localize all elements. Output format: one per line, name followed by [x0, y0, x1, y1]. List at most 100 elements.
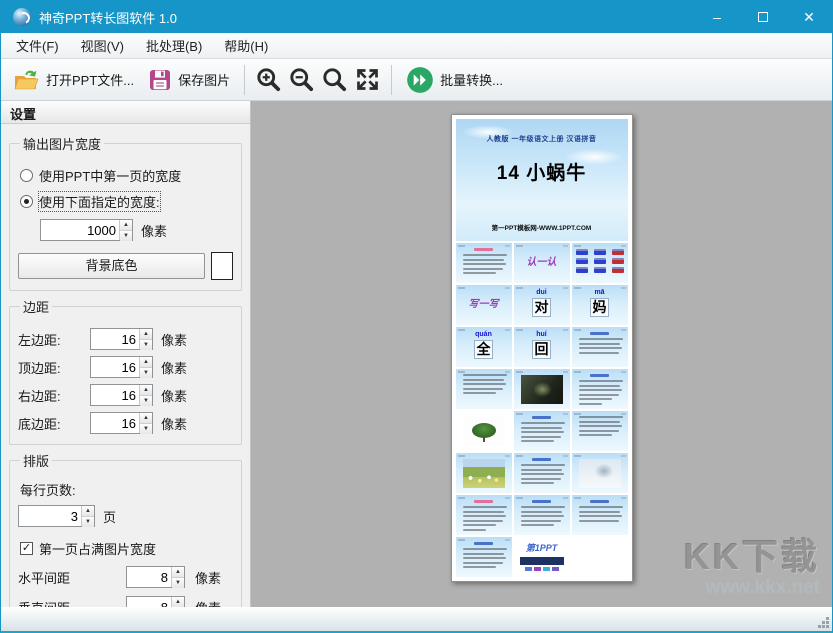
spin-up-icon[interactable]: ▲: [82, 506, 94, 516]
long-image-preview: 人教版 一年级语文上册 汉语拼音 14 小蜗牛 第一PPT模板网-WWW.1PP…: [451, 114, 633, 582]
spin-up-icon[interactable]: ▲: [140, 329, 152, 339]
menu-item-file[interactable]: 文件(F): [5, 33, 70, 58]
slide-thumb: 第1PPT: [514, 537, 570, 577]
spin-down-icon[interactable]: ▼: [82, 516, 94, 527]
spin-up-icon[interactable]: ▲: [172, 567, 184, 577]
width-spinner[interactable]: ▲▼: [40, 219, 133, 241]
toolbar: 打开PPT文件... 保存图片: [1, 59, 832, 101]
spin-down-icon[interactable]: ▼: [172, 577, 184, 588]
slide-thumb: [456, 243, 512, 283]
first-page-full-label: 第一页占满图片宽度: [39, 539, 156, 558]
statusbar: [1, 607, 832, 631]
margin-right-label: 右边距:: [18, 386, 90, 405]
spin-down-icon[interactable]: ▼: [140, 367, 152, 378]
open-folder-icon: [12, 68, 40, 92]
slide-thumb: [572, 327, 628, 367]
settings-header: 设置: [1, 101, 250, 124]
spin-down-icon[interactable]: ▼: [120, 230, 132, 241]
slide-thumb: huí回: [514, 327, 570, 367]
vspace-unit: 像素: [195, 598, 221, 608]
per-row-spinner[interactable]: ▲▼: [18, 505, 95, 527]
app-icon: [13, 8, 31, 26]
spin-down-icon[interactable]: ▼: [140, 339, 152, 350]
minimize-button[interactable]: –: [694, 1, 740, 33]
spin-up-icon[interactable]: ▲: [140, 357, 152, 367]
menu-item-view[interactable]: 视图(V): [70, 33, 135, 58]
toolbar-separator: [391, 65, 392, 95]
margin-left-input[interactable]: [91, 329, 139, 349]
radio-use-first-page-label: 使用PPT中第一页的宽度: [39, 166, 181, 185]
spin-up-icon[interactable]: ▲: [120, 220, 132, 230]
margin-bottom-label: 底边距:: [18, 414, 90, 433]
bg-color-button[interactable]: 背景底色: [18, 253, 205, 279]
margin-right-unit: 像素: [161, 386, 187, 405]
slide-thumb: [456, 537, 512, 577]
width-input[interactable]: [41, 220, 119, 240]
width-unit-label: 像素: [141, 221, 167, 240]
slide-thumb: [572, 453, 628, 493]
spin-down-icon[interactable]: ▼: [140, 395, 152, 406]
batch-convert-button[interactable]: 批量转换...: [399, 62, 510, 98]
slide-thumb: [514, 453, 570, 493]
slide-thumb: [456, 369, 512, 409]
spin-up-icon[interactable]: ▲: [172, 597, 184, 607]
cover-header-text: 人教版 一年级语文上册 汉语拼音: [456, 119, 628, 144]
open-ppt-button[interactable]: 打开PPT文件...: [5, 64, 141, 96]
batch-convert-label: 批量转换...: [440, 70, 503, 89]
vspace-spinner[interactable]: ▲▼: [126, 596, 185, 607]
slide-thumb: [514, 369, 570, 409]
radio-use-first-page[interactable]: 使用PPT中第一页的宽度: [20, 166, 233, 185]
toolbar-separator: [244, 65, 245, 95]
menu-item-batch[interactable]: 批处理(B): [135, 33, 213, 58]
zoom-reset-button[interactable]: [318, 62, 351, 97]
radio-use-custom-width[interactable]: 使用下面指定的宽度:: [20, 192, 233, 211]
slide-thumb: quán全: [456, 327, 512, 367]
vspace-input[interactable]: [127, 597, 171, 607]
fit-screen-button[interactable]: [351, 62, 384, 97]
watermark: KK下载 www.kkx.net: [684, 539, 820, 599]
zoom-in-button[interactable]: [252, 62, 285, 97]
bg-color-swatch[interactable]: [211, 252, 233, 280]
slide-thumb: [572, 369, 628, 409]
slide-thumb: [456, 453, 512, 493]
watermark-site: www.kkx.net: [684, 577, 820, 599]
slide-thumb: [456, 411, 512, 451]
radio-selected-icon: [20, 195, 33, 208]
margin-top-spinner[interactable]: ▲▼: [90, 356, 153, 378]
margin-bottom-spinner[interactable]: ▲▼: [90, 412, 153, 434]
maximize-button[interactable]: [740, 1, 786, 33]
close-button[interactable]: ✕: [786, 1, 832, 33]
per-row-input[interactable]: [19, 506, 81, 526]
cover-footer-text: 第一PPT模板网-WWW.1PPT.COM: [456, 222, 628, 232]
preview-grid: 认一认写一写dui对mā妈quán全huí回第1PPT: [456, 243, 628, 577]
settings-panel: 设置 输出图片宽度 使用PPT中第一页的宽度 使用下面指定的宽度:: [1, 101, 251, 607]
hspace-input[interactable]: [127, 567, 171, 587]
margin-group: 边距 左边距: ▲▼ 像素 顶边距: ▲▼: [9, 297, 242, 445]
save-image-button[interactable]: 保存图片: [141, 64, 237, 96]
slide-thumb: [456, 495, 512, 535]
slide-thumb: [572, 411, 628, 451]
margin-left-spinner[interactable]: ▲▼: [90, 328, 153, 350]
spin-down-icon[interactable]: ▼: [140, 423, 152, 434]
per-row-label: 每行页数:: [20, 480, 233, 499]
radio-use-custom-width-label: 使用下面指定的宽度:: [39, 192, 160, 211]
margin-right-input[interactable]: [91, 385, 139, 405]
margin-group-title: 边距: [20, 297, 52, 316]
per-row-unit: 页: [103, 507, 116, 526]
margin-right-spinner[interactable]: ▲▼: [90, 384, 153, 406]
preview-area: 人教版 一年级语文上册 汉语拼音 14 小蜗牛 第一PPT模板网-WWW.1PP…: [251, 101, 832, 607]
margin-top-input[interactable]: [91, 357, 139, 377]
menu-item-help[interactable]: 帮助(H): [213, 33, 279, 58]
zoom-out-button[interactable]: [285, 62, 318, 97]
margin-bottom-input[interactable]: [91, 413, 139, 433]
open-ppt-label: 打开PPT文件...: [46, 70, 134, 89]
margin-top-unit: 像素: [161, 358, 187, 377]
spin-up-icon[interactable]: ▲: [140, 413, 152, 423]
spin-up-icon[interactable]: ▲: [140, 385, 152, 395]
batch-convert-icon: [406, 66, 434, 94]
save-image-label: 保存图片: [178, 70, 230, 89]
resize-grip[interactable]: [826, 625, 829, 628]
hspace-spinner[interactable]: ▲▼: [126, 566, 185, 588]
slide-thumb: mā妈: [572, 285, 628, 325]
first-page-full-checkbox[interactable]: ✓ 第一页占满图片宽度: [20, 539, 233, 558]
